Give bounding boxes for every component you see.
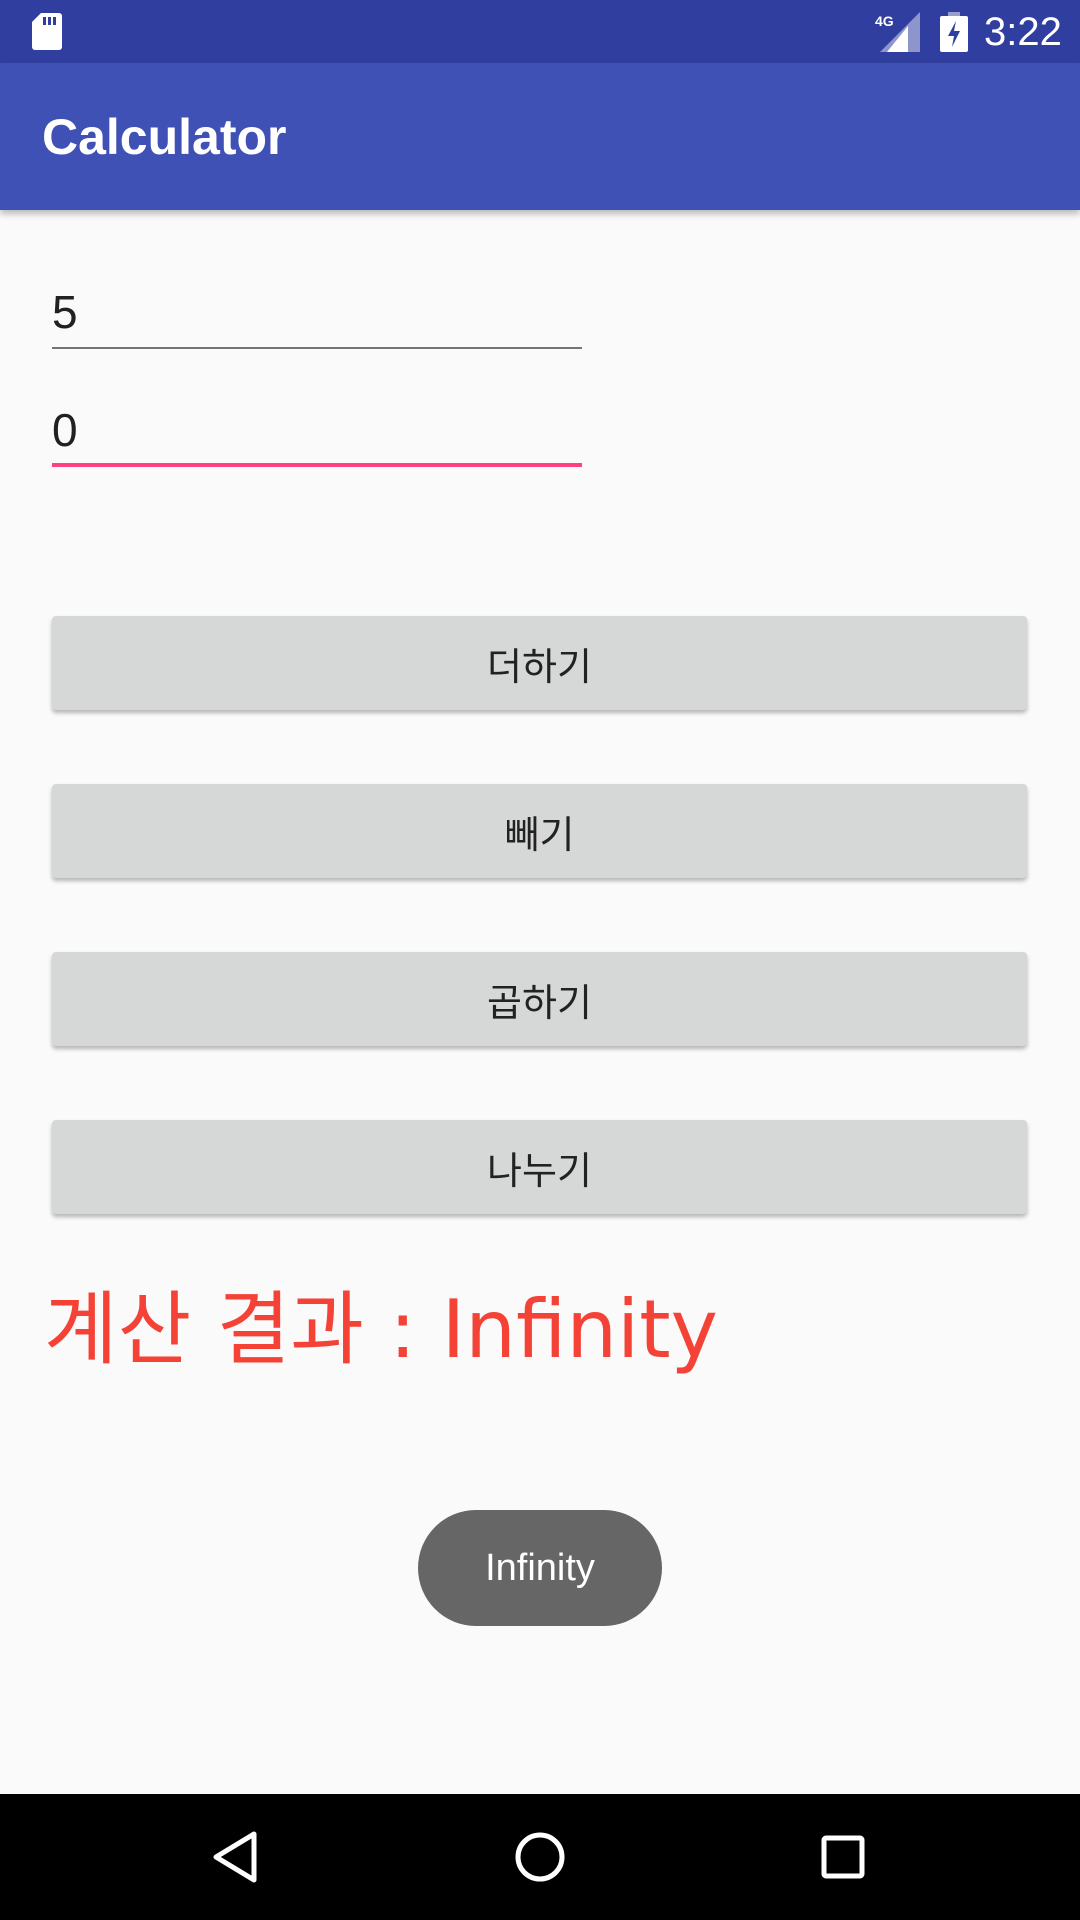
add-button[interactable]: 더하기 [52, 616, 1027, 710]
first-number-input[interactable]: 5 [52, 277, 582, 349]
status-time: 3:22 [984, 10, 1062, 54]
first-number-underline [52, 347, 582, 349]
second-number-underline [52, 463, 582, 467]
divide-button[interactable]: 나누기 [52, 1120, 1027, 1214]
battery-charging-icon [940, 12, 968, 52]
navigation-bar [0, 1794, 1080, 1920]
sd-card-icon [32, 13, 62, 50]
multiply-button[interactable]: 곱하기 [52, 952, 1027, 1046]
second-number-value: 0 [52, 404, 78, 456]
result-text: 계산 결과 : Infinity [44, 1283, 718, 1376]
app-bar: Calculator [0, 63, 1080, 210]
recent-apps-icon[interactable] [810, 1824, 876, 1890]
back-icon[interactable] [204, 1824, 270, 1890]
subtract-button[interactable]: 빼기 [52, 784, 1027, 878]
svg-text:4G: 4G [875, 13, 894, 29]
signal-4g-icon: 4G [875, 12, 920, 52]
status-bar: 4G 3:22 [0, 0, 1080, 63]
app-title: Calculator [42, 109, 287, 165]
calculator-screen: 4G 3:22 Calculator 5 0 더하기 빼기 곱하기 나누기 계산… [0, 0, 1080, 1920]
second-number-input[interactable]: 0 [52, 395, 582, 467]
first-number-value: 5 [52, 286, 78, 338]
home-icon[interactable] [507, 1824, 573, 1890]
toast-message: Infinity [418, 1510, 662, 1626]
